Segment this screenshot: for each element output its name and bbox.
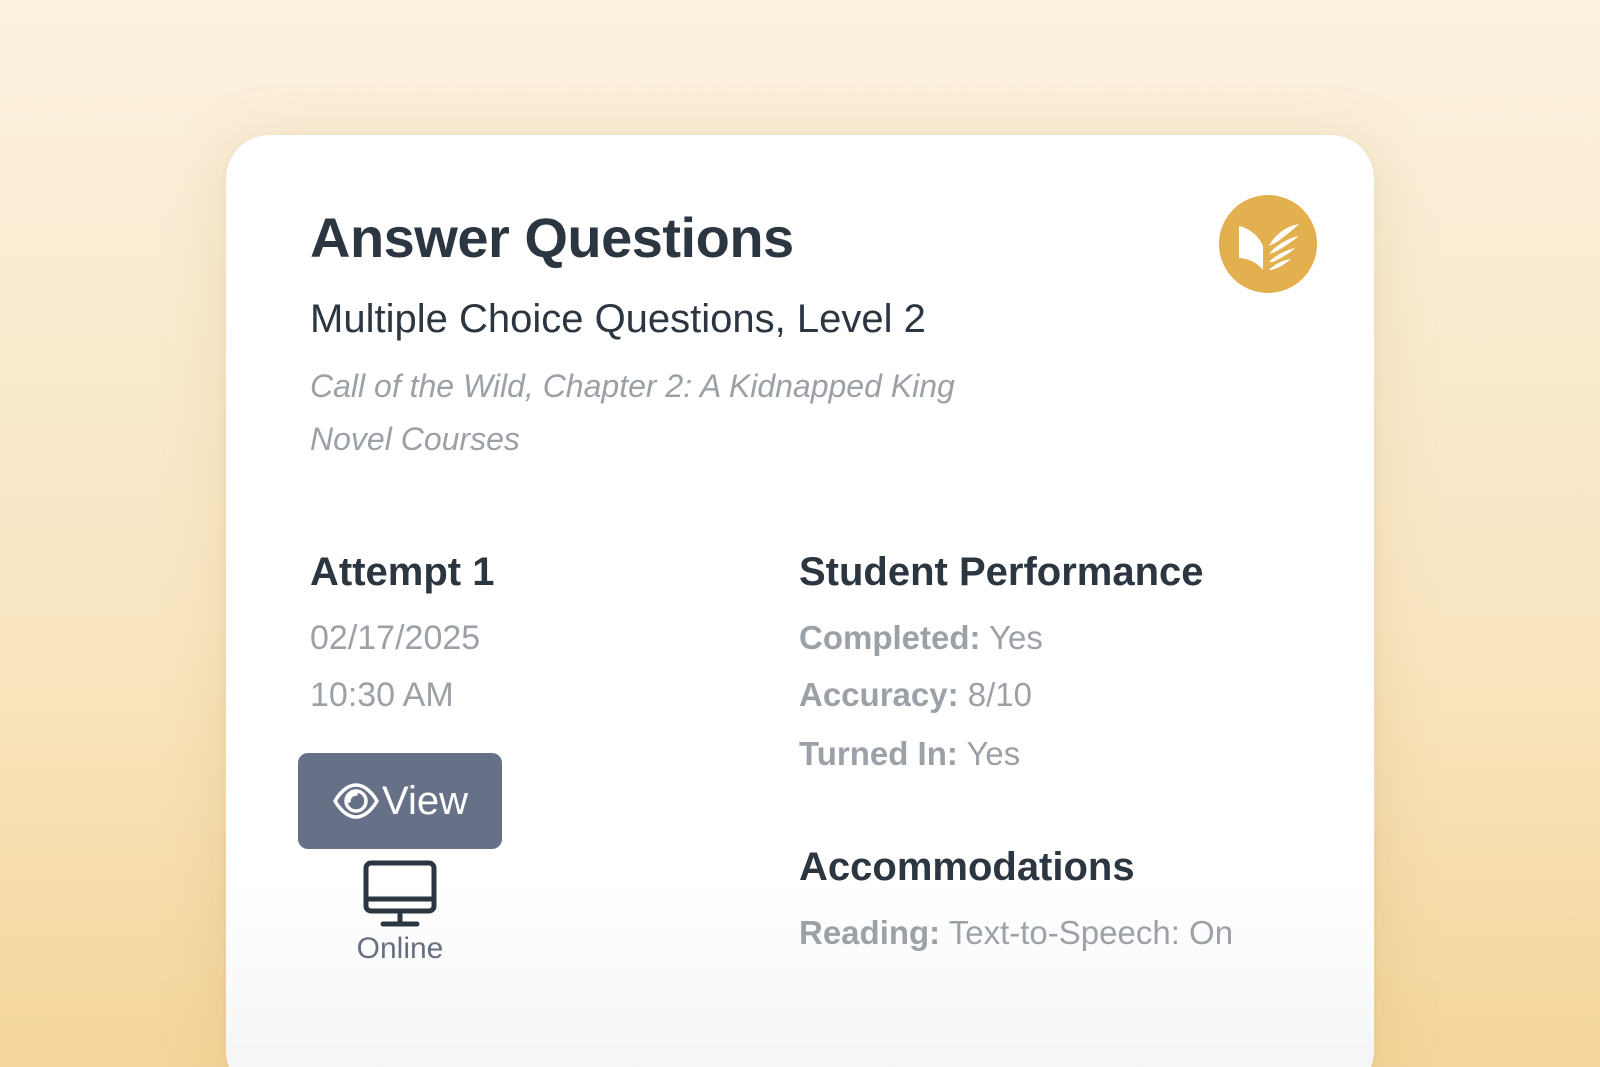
wing-book-icon bbox=[1239, 224, 1299, 270]
accuracy-label: Accuracy: bbox=[799, 676, 959, 713]
book-chapter: Call of the Wild, Chapter 2: A Kidnapped… bbox=[310, 368, 955, 404]
reading-label: Reading: bbox=[799, 914, 941, 951]
view-button-label: View bbox=[382, 778, 468, 823]
completed-label: Completed: bbox=[799, 619, 981, 656]
reading-value: Text-to-Speech: On bbox=[948, 914, 1234, 951]
turned-in-value: Yes bbox=[966, 735, 1021, 772]
turned-in-row: Turned In: Yes bbox=[799, 735, 1020, 773]
attempt-heading: Attempt 1 bbox=[310, 550, 495, 594]
attempt-time: 10:30 AM bbox=[310, 676, 454, 714]
eye-icon bbox=[333, 783, 379, 819]
accuracy-value: 8/10 bbox=[967, 676, 1032, 713]
completed-value: Yes bbox=[989, 619, 1043, 656]
activity-subtitle: Multiple Choice Questions, Level 2 bbox=[310, 297, 926, 341]
attempt-date: 02/17/2025 bbox=[310, 619, 481, 657]
view-button[interactable]: View bbox=[298, 753, 502, 849]
accommodations-heading: Accommodations bbox=[799, 845, 1135, 889]
monitor-icon bbox=[363, 860, 437, 927]
activity-card: Answer Questions Multiple Choice Questio… bbox=[226, 135, 1374, 1067]
accuracy-row: Accuracy: 8/10 bbox=[799, 676, 1032, 714]
brand-logo bbox=[1219, 195, 1317, 293]
performance-heading: Student Performance bbox=[799, 550, 1204, 594]
page-title: Answer Questions bbox=[310, 206, 794, 269]
turned-in-label: Turned In: bbox=[799, 735, 958, 772]
mode-label: Online bbox=[356, 932, 444, 965]
course-name: Novel Courses bbox=[310, 421, 520, 457]
completed-row: Completed: Yes bbox=[799, 619, 1043, 657]
reading-row: Reading: Text-to-Speech: On bbox=[799, 914, 1233, 952]
